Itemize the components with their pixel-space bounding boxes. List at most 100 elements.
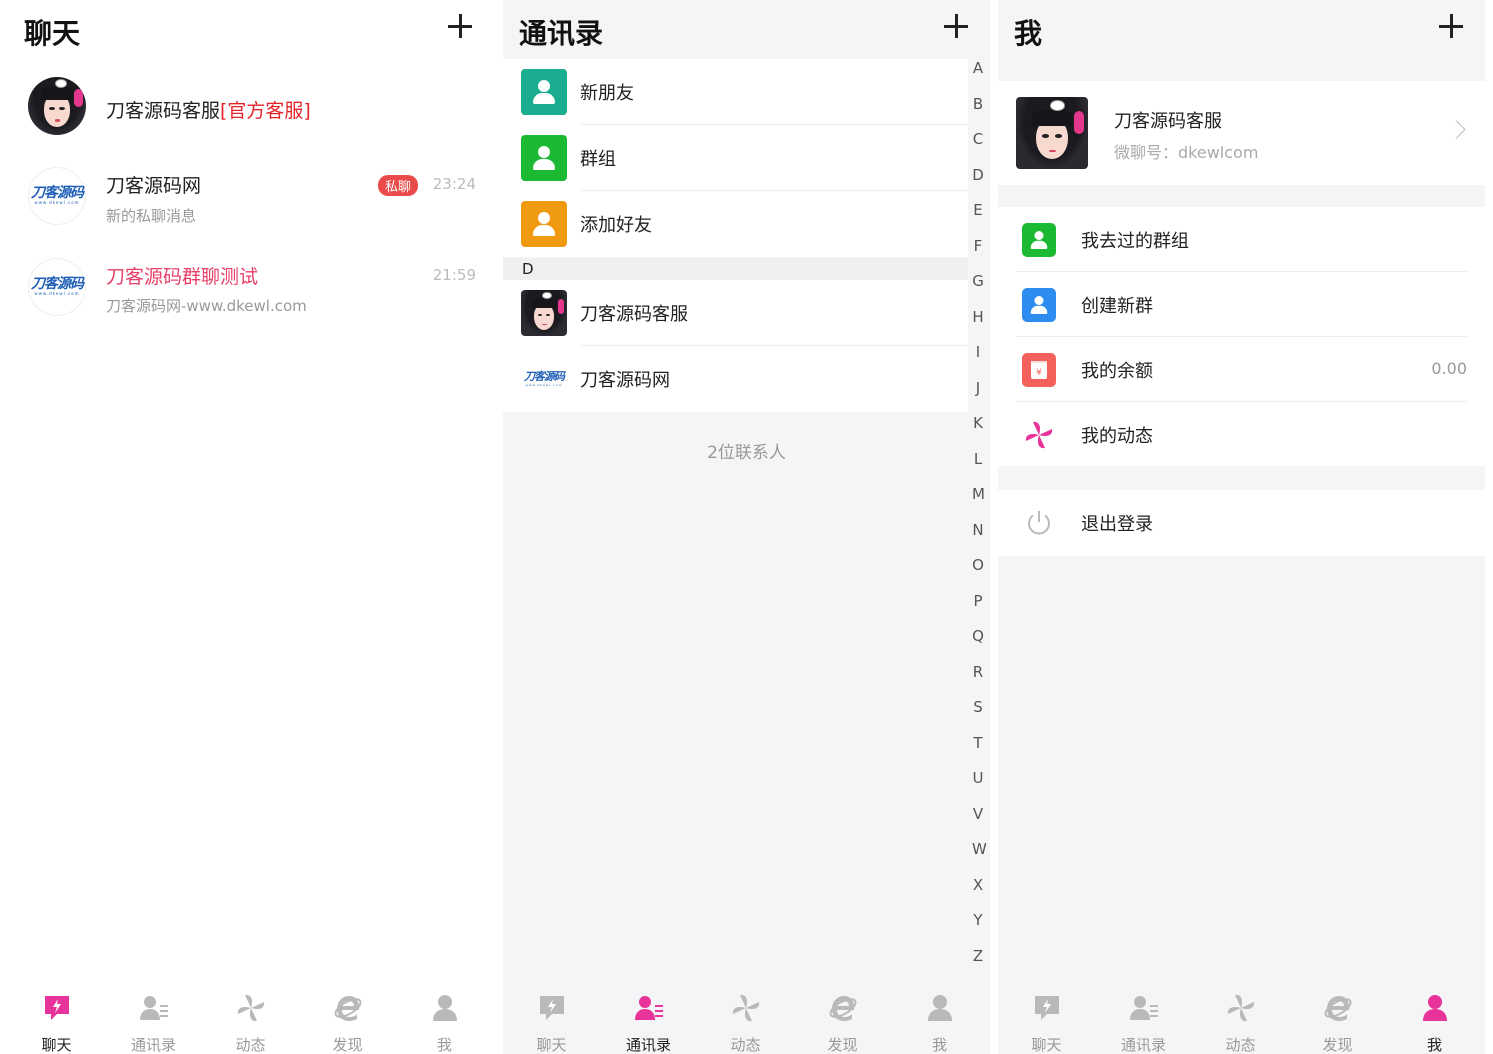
logo-text: 刀客源码 [524, 369, 565, 383]
logo-text: 刀客源码 [31, 276, 84, 292]
alphabet-letter[interactable]: F [972, 236, 984, 272]
alphabet-letter[interactable]: T [972, 733, 984, 769]
chat-time: 23:24 [432, 175, 476, 193]
avatar: 刀客源码 www.dkewl.com [28, 258, 86, 316]
chat-item[interactable]: 刀客源码 www.dkewl.com 刀客源码网 私聊 23:24 新的私聊消息 [8, 153, 494, 243]
plus-icon[interactable] [944, 14, 968, 38]
profile-id: 微聊号：dkewlcom [1114, 143, 1259, 162]
plus-icon[interactable] [1439, 14, 1463, 38]
menu-item-balance[interactable]: ¥ 我的余额 0.00 [998, 337, 1485, 402]
menu-item-visited-groups[interactable]: 我去过的群组 [998, 207, 1485, 272]
tab-contacts[interactable]: 通讯录 [1095, 979, 1192, 1054]
alphabet-letter[interactable]: J [972, 378, 984, 414]
avatar: 刀客源码 www.dkewl.com [28, 167, 86, 225]
tab-label: 聊天 [1031, 1036, 1062, 1054]
alphabet-letter[interactable]: Z [972, 946, 984, 982]
tab-me[interactable]: 我 [891, 979, 988, 1054]
page-title: 通讯录 [519, 17, 604, 50]
logo-subtext: www.dkewl.com [34, 200, 80, 205]
contact-count: 2位联系人 [707, 443, 786, 463]
menu-item-create-group[interactable]: 创建新群 [998, 272, 1485, 337]
tab-label: 聊天 [536, 1036, 567, 1054]
alphabet-letter[interactable]: H [972, 307, 984, 343]
pinwheel-icon [732, 994, 759, 1022]
tab-discover[interactable]: 发现 [794, 979, 891, 1054]
chat-bolt-icon [539, 996, 564, 1020]
contact-row-groups[interactable]: 群组 [503, 125, 968, 191]
chat-item[interactable]: 刀客源码客服[官方客服] [8, 63, 494, 153]
alphabet-letter[interactable]: U [972, 768, 984, 804]
balance-value: 0.00 [1431, 359, 1467, 378]
alphabet-letter[interactable]: G [972, 271, 984, 307]
menu-label: 我去过的群组 [1081, 231, 1189, 252]
tab-contacts[interactable]: 通讯录 [105, 979, 202, 1054]
alphabet-letter[interactable]: D [972, 165, 984, 201]
official-tag: [官方客服] [220, 100, 311, 122]
tab-me[interactable]: 我 [396, 979, 493, 1054]
alphabet-letter[interactable]: C [972, 129, 984, 165]
menu-item-my-moments[interactable]: 我的动态 [998, 402, 1485, 467]
alphabet-letter[interactable]: E [972, 200, 984, 236]
menu-label: 我的动态 [1081, 426, 1153, 447]
tab-label: 通讯录 [625, 1036, 671, 1054]
contact-row[interactable]: 刀客源码客服 [503, 280, 968, 346]
tab-label: 我 [931, 1036, 947, 1054]
profile-name: 刀客源码客服 [1114, 111, 1222, 132]
tab-moments[interactable]: 动态 [202, 979, 299, 1054]
alphabet-letter[interactable]: Q [972, 626, 984, 662]
alphabet-letter[interactable]: N [972, 520, 984, 556]
alphabet-letter[interactable]: M [972, 484, 985, 520]
alphabet-letter[interactable]: I [972, 342, 984, 378]
alphabet-index[interactable]: ABCDEFGHIJKLMNOPQRSTUVWXYZ [972, 58, 987, 982]
contacts-icon [1129, 996, 1158, 1020]
tab-discover[interactable]: 发现 [1289, 979, 1386, 1054]
alphabet-letter[interactable]: L [972, 449, 984, 485]
alphabet-letter[interactable]: P [972, 591, 984, 627]
user-icon [1422, 995, 1447, 1021]
tab-label: 聊天 [41, 1036, 72, 1054]
page-title: 我 [1014, 17, 1043, 50]
tab-label: 发现 [1322, 1036, 1353, 1054]
page-title: 聊天 [24, 17, 81, 50]
avatar [1016, 97, 1088, 169]
alphabet-letter[interactable]: O [972, 555, 984, 591]
me-header: 我 [998, 0, 1485, 58]
alphabet-letter[interactable]: B [972, 94, 984, 130]
browser-e-icon [1324, 996, 1351, 1021]
tab-chat[interactable]: 聊天 [8, 979, 105, 1054]
chat-name: 刀客源码群聊测试 [106, 266, 259, 288]
contact-row-new-friends[interactable]: 新朋友 [503, 59, 968, 125]
tab-contacts[interactable]: 通讯录 [600, 979, 697, 1054]
chat-time: 21:59 [432, 266, 476, 284]
profile-card[interactable]: 刀客源码客服 微聊号：dkewlcom [998, 81, 1485, 185]
contact-label: 新朋友 [580, 83, 634, 104]
tab-discover[interactable]: 发现 [299, 979, 396, 1054]
tab-me[interactable]: 我 [1386, 979, 1483, 1054]
tab-chat[interactable]: 聊天 [503, 979, 600, 1054]
alphabet-letter[interactable]: W [972, 839, 987, 875]
tab-chat[interactable]: 聊天 [998, 979, 1095, 1054]
alphabet-letter[interactable]: S [972, 697, 984, 733]
user-icon [432, 995, 457, 1021]
logout-button[interactable]: 退出登录 [998, 490, 1485, 556]
plus-icon[interactable] [448, 14, 472, 38]
alphabet-letter[interactable]: V [972, 804, 984, 840]
alphabet-letter[interactable]: X [972, 875, 984, 911]
contact-row-add-friend[interactable]: 添加好友 [503, 191, 968, 257]
tab-bar: 聊天 通讯录 动态 发现 我 [503, 979, 990, 1054]
logo-text: 刀客源码 [31, 185, 84, 201]
tab-moments[interactable]: 动态 [697, 979, 794, 1054]
pinwheel-icon [1022, 418, 1056, 452]
chat-screen: 聊天 刀客源码客服[官方客服] 刀客源码 www.dkewl.com 刀客源码网… [8, 0, 494, 1054]
group-icon [1022, 223, 1056, 257]
alphabet-letter[interactable]: Y [972, 910, 984, 946]
avatar [521, 290, 567, 336]
contact-row[interactable]: 刀客源码 www.dkewl.com 刀客源码网 [503, 346, 968, 412]
alphabet-letter[interactable]: A [972, 58, 984, 94]
tab-moments[interactable]: 动态 [1192, 979, 1289, 1054]
tab-label: 发现 [827, 1036, 858, 1054]
alphabet-letter[interactable]: K [972, 413, 984, 449]
alphabet-letter[interactable]: R [972, 662, 984, 698]
chat-item[interactable]: 刀客源码 www.dkewl.com 刀客源码群聊测试 21:59 刀客源码网-… [8, 243, 494, 333]
contact-label: 刀客源码网 [580, 370, 670, 391]
